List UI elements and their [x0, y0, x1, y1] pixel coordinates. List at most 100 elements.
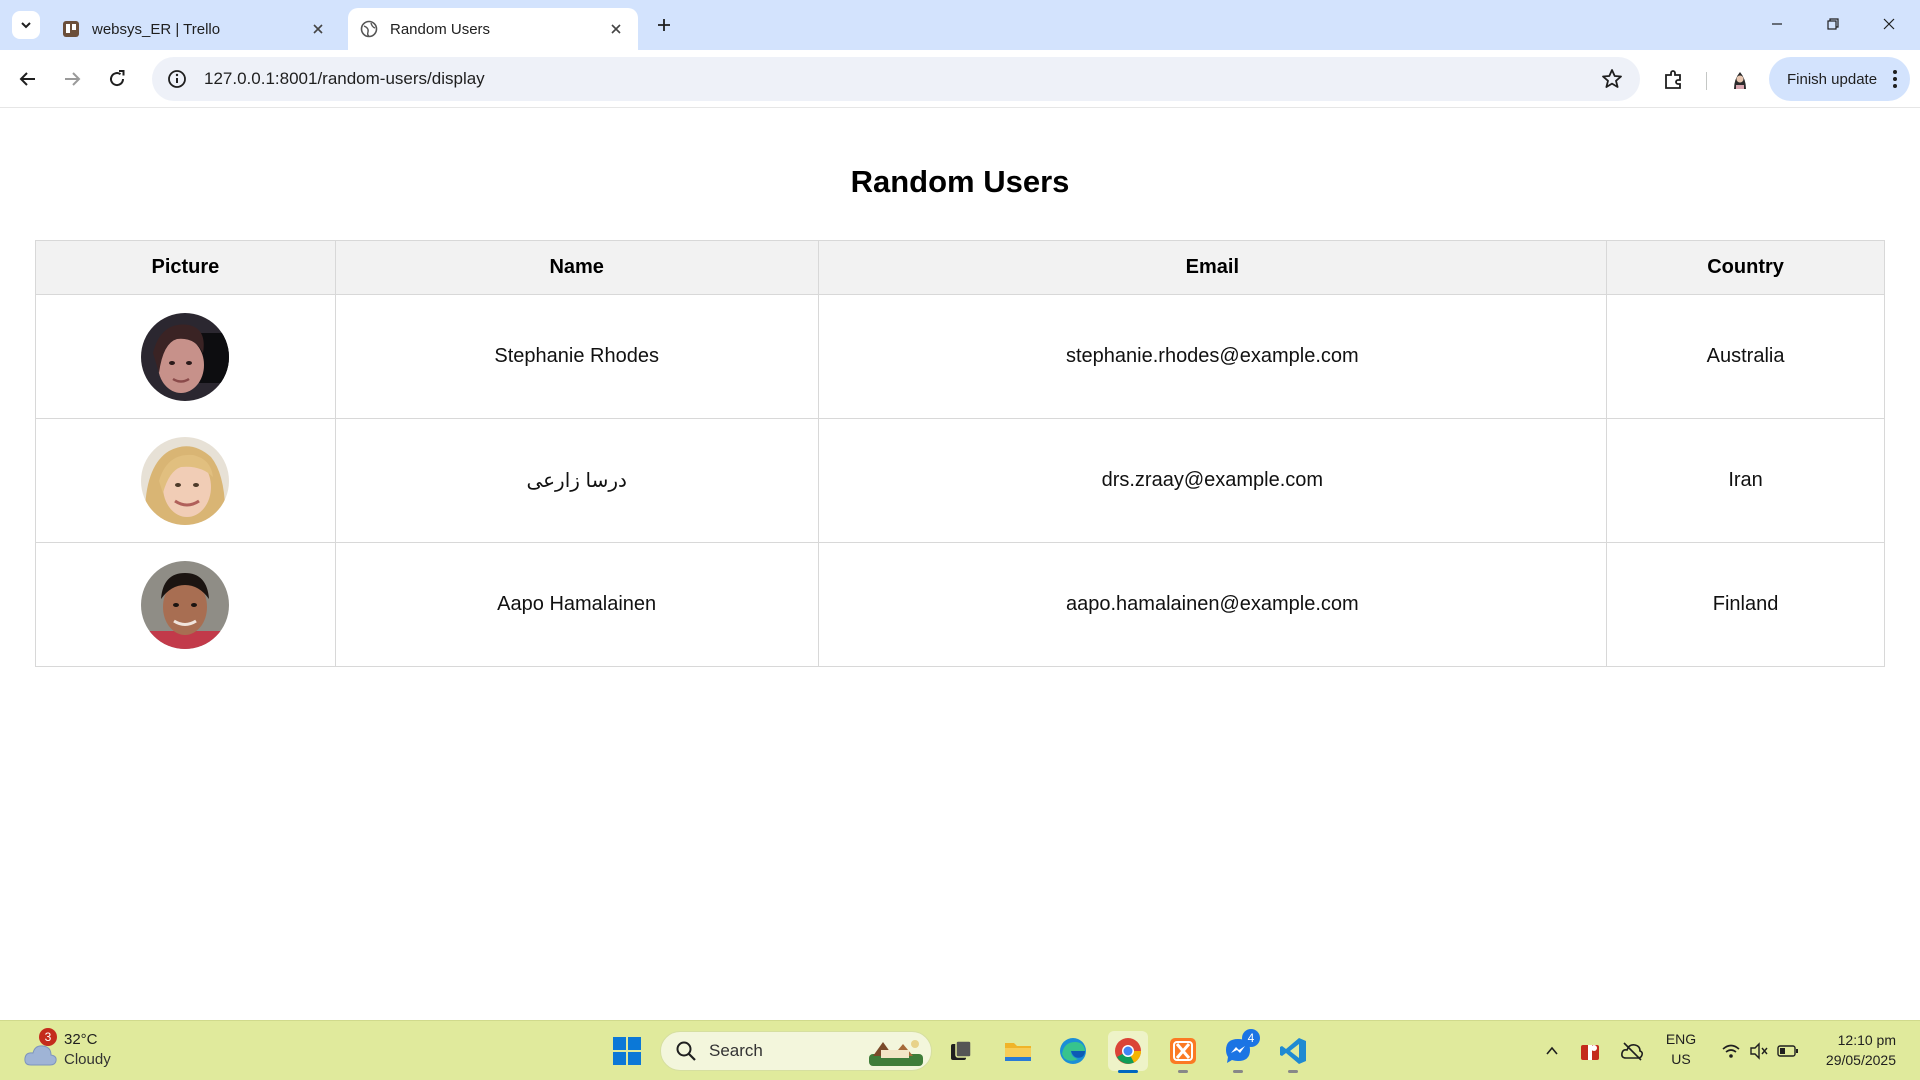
tab-search-button[interactable]	[12, 11, 40, 39]
email-cell: stephanie.rhodes@example.com	[817, 294, 1608, 419]
finish-update-label: Finish update	[1787, 70, 1878, 88]
edge-icon	[1060, 1038, 1086, 1064]
chrome-button[interactable]	[1108, 1031, 1148, 1073]
profile-avatar-icon	[1734, 72, 1746, 89]
picture-cell	[35, 418, 336, 543]
country-cell: Australia	[1606, 294, 1885, 419]
column-header-name: Name	[334, 240, 819, 295]
onedrive-button[interactable]	[1614, 1031, 1650, 1071]
users-table: Picture Name Email Country Stephanie Rho…	[35, 240, 1885, 667]
reload-button[interactable]	[100, 62, 134, 96]
user-avatar	[141, 436, 230, 525]
trello-icon	[62, 20, 80, 38]
vscode-icon	[1280, 1038, 1306, 1064]
search-highlight-icon	[869, 1040, 923, 1066]
name-cell: درسا زارعی	[334, 418, 819, 543]
back-button[interactable]	[11, 62, 45, 96]
minimize-button[interactable]	[1754, 8, 1800, 40]
picture-cell	[35, 542, 336, 667]
restore-button[interactable]	[1810, 8, 1856, 40]
user-avatar	[141, 312, 230, 401]
weather-description: Cloudy	[64, 1051, 111, 1068]
volume-muted-icon	[1750, 1042, 1768, 1060]
active-app-indicator	[1118, 1070, 1138, 1073]
folder-icon	[1005, 1043, 1031, 1061]
close-tab-icon[interactable]	[604, 17, 628, 41]
start-button[interactable]	[607, 1031, 647, 1071]
close-tab-icon[interactable]	[306, 17, 330, 41]
picture-cell	[35, 294, 336, 419]
name-cell: Stephanie Rhodes	[334, 294, 819, 419]
chevron-down-icon	[21, 22, 31, 29]
bookmark-star-icon[interactable]	[1600, 67, 1624, 91]
table-row: Stephanie Rhodes stephanie.rhodes@exampl…	[35, 294, 1885, 419]
table-header-row: Picture Name Email Country	[35, 240, 1885, 295]
name-cell: Aapo Hamalainen	[334, 542, 819, 667]
search-label: Search	[709, 1041, 763, 1060]
site-info-icon[interactable]	[166, 68, 188, 90]
table-row: درسا زارعی drs.zraay@example.com Iran	[35, 418, 1885, 543]
tab-random-users[interactable]: Random Users	[348, 8, 638, 50]
restore-icon	[1827, 18, 1839, 30]
tab-title: websys_ER | Trello	[92, 20, 221, 38]
tray-app-button[interactable]	[1572, 1031, 1608, 1071]
tab-strip: websys_ER | Trello Random Users	[0, 0, 1920, 50]
puzzle-icon	[1665, 70, 1681, 89]
weather-alert-badge: 3	[39, 1028, 57, 1046]
column-header-country: Country	[1606, 240, 1885, 295]
new-tab-button[interactable]	[650, 11, 678, 39]
language-bottom[interactable]: US	[1658, 1051, 1704, 1067]
close-icon	[1883, 18, 1895, 30]
running-app-indicator	[1288, 1070, 1298, 1073]
address-bar[interactable]: 127.0.0.1:8001/random-users/display	[152, 57, 1640, 101]
taskbar-search[interactable]: Search	[660, 1031, 932, 1071]
country-cell: Iran	[1606, 418, 1885, 543]
more-vert-icon	[1893, 70, 1897, 88]
close-window-button[interactable]	[1866, 8, 1912, 40]
chevron-up-icon	[1546, 1046, 1558, 1055]
search-icon	[676, 1041, 696, 1061]
taskbar: 3 32°C Cloudy Search 4 ENG US 12:10 pm 2…	[0, 1020, 1920, 1080]
quick-settings-button[interactable]	[1710, 1031, 1810, 1071]
running-app-indicator	[1178, 1070, 1188, 1073]
vscode-button[interactable]	[1273, 1031, 1313, 1073]
email-cell: aapo.hamalainen@example.com	[817, 542, 1608, 667]
clock[interactable]: 12:10 pm 29/05/2025	[1826, 1030, 1896, 1070]
forward-button[interactable]	[55, 62, 89, 96]
table-row: Aapo Hamalainen aapo.hamalainen@example.…	[35, 542, 1885, 667]
show-hidden-icons-button[interactable]	[1534, 1031, 1570, 1071]
email-cell: drs.zraay@example.com	[817, 418, 1608, 543]
column-header-picture: Picture	[35, 240, 336, 295]
tab-trello[interactable]: websys_ER | Trello	[50, 8, 340, 50]
page-title: Random Users	[850, 164, 1070, 199]
url-text: 127.0.0.1:8001/random-users/display	[204, 69, 485, 88]
user-avatar	[141, 560, 230, 649]
weather-temperature: 32°C	[64, 1031, 98, 1048]
arrow-right-icon	[65, 72, 81, 86]
chrome-icon	[1115, 1038, 1141, 1064]
task-view-icon	[951, 1040, 972, 1060]
reload-icon	[110, 70, 125, 87]
task-view-button[interactable]	[941, 1031, 981, 1071]
wifi-icon	[1722, 1044, 1740, 1058]
xampp-icon	[1170, 1038, 1196, 1064]
language-top[interactable]: ENG	[1658, 1031, 1704, 1047]
tab-title: Random Users	[390, 20, 491, 38]
finish-update-button[interactable]: Finish update	[1769, 57, 1910, 101]
profile-button[interactable]	[1724, 63, 1756, 95]
clock-time: 12:10 pm	[1837, 1032, 1896, 1048]
globe-icon	[360, 20, 378, 38]
extensions-button[interactable]	[1658, 63, 1690, 95]
edge-button[interactable]	[1053, 1031, 1093, 1071]
battery-icon	[1777, 1045, 1798, 1057]
messenger-button[interactable]: 4	[1218, 1029, 1260, 1073]
toolbar-divider	[1706, 72, 1707, 90]
arrow-left-icon	[19, 72, 35, 86]
browser-toolbar: 127.0.0.1:8001/random-users/display Fini…	[0, 50, 1920, 108]
messenger-badge: 4	[1242, 1029, 1260, 1047]
xampp-button[interactable]	[1163, 1031, 1203, 1073]
cloud-off-icon	[1621, 1042, 1644, 1061]
page-content: Random Users Picture Name Email Country	[0, 108, 1920, 1020]
file-explorer-button[interactable]	[998, 1031, 1038, 1071]
running-app-indicator	[1233, 1070, 1243, 1073]
